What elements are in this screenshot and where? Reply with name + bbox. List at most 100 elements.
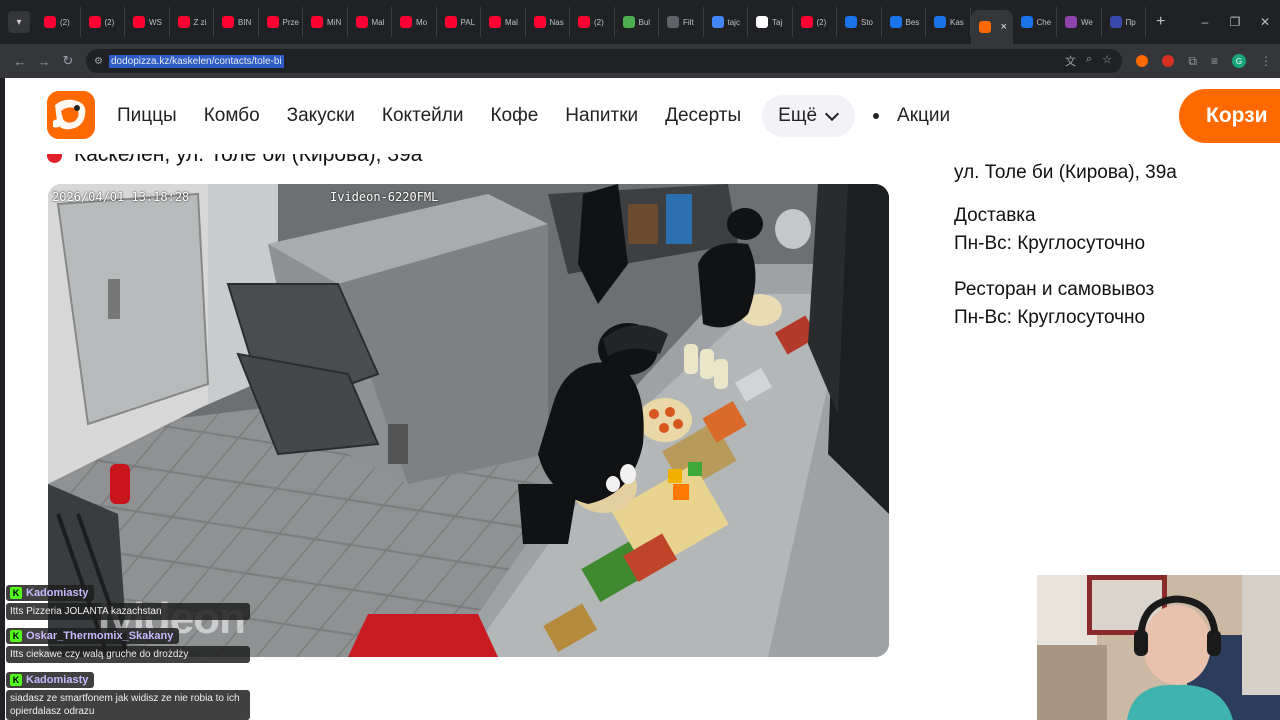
back-icon[interactable]: ←: [8, 54, 32, 69]
tab-title: Mo: [416, 17, 428, 27]
browser-tab[interactable]: Mo: [392, 7, 437, 37]
browser-tab[interactable]: Пр: [1102, 7, 1146, 37]
browser-tab[interactable]: Mal: [481, 7, 526, 37]
extensions-puzzle-icon[interactable]: ⧉: [1188, 54, 1197, 69]
cart-button[interactable]: Корзи: [1179, 89, 1280, 143]
browser-tab[interactable]: tajc: [704, 7, 748, 37]
browser-tab[interactable]: Kas: [926, 7, 971, 37]
browser-tab[interactable]: We: [1057, 7, 1102, 37]
streamer-webcam: [1037, 575, 1280, 720]
tab-title: tajc: [727, 17, 740, 27]
nav-cocktails[interactable]: Коктейли: [382, 105, 464, 127]
extension-orange-icon[interactable]: [1136, 55, 1149, 67]
browser-tab[interactable]: Taj: [748, 7, 793, 37]
zoom-icon[interactable]: ⌕: [1086, 53, 1092, 69]
tab-favicon-icon: [978, 21, 991, 33]
delivery-hours: Пн-Вс: Круглосуточно: [954, 233, 1146, 254]
browser-tab[interactable]: (2): [793, 7, 837, 37]
extension-red-icon[interactable]: [1162, 55, 1175, 67]
main-nav: Пиццы Комбо Закуски Коктейли Кофе Напитк…: [117, 92, 977, 140]
cart-button-label: Корзи: [1206, 104, 1268, 127]
close-tab-icon[interactable]: ×: [1001, 21, 1007, 33]
address-bar[interactable]: ⚙ dodopizza.kz/kaskelen/contacts/tole-bi…: [86, 49, 1122, 73]
tab-title: MiN: [327, 17, 342, 27]
tab-search-button[interactable]: ▾: [8, 11, 30, 33]
reload-icon[interactable]: ↻: [56, 53, 80, 69]
kick-badge-icon: K: [10, 587, 22, 599]
media-control-icon[interactable]: ≡: [1211, 54, 1218, 68]
site-info-icon[interactable]: ⚙: [94, 56, 103, 67]
nav-snacks[interactable]: Закуски: [287, 105, 355, 127]
browser-tab[interactable]: Mal: [348, 7, 392, 37]
browser-tab[interactable]: ×: [970, 10, 1013, 44]
tab-favicon-icon: [533, 16, 546, 28]
tab-favicon-icon: [400, 16, 412, 28]
chat-username-text: Oskar_Thermomix_Skakany: [26, 630, 174, 642]
browser-tab[interactable]: Z zi: [170, 7, 214, 37]
chat-message: K Oskar_Thermomix_Skakany Itts ciekawe c…: [6, 626, 250, 663]
tab-favicon-icon: [667, 16, 679, 28]
browser-tab[interactable]: (2): [570, 7, 615, 37]
tab-favicon-icon: [88, 16, 101, 28]
dodo-logo-icon[interactable]: [47, 91, 95, 139]
browser-tab[interactable]: Sto: [837, 7, 882, 37]
chat-text: Itts Pizzeria JOLANTA kazachstan: [6, 603, 250, 620]
browser-tab[interactable]: (2): [36, 7, 81, 37]
tab-favicon-icon: [44, 16, 56, 28]
forward-icon[interactable]: →: [32, 54, 56, 69]
browser-tab[interactable]: Che: [1013, 7, 1057, 37]
restaurant-title: Ресторан и самовывоз: [954, 279, 1155, 300]
tab-favicon-icon: [711, 16, 724, 28]
translate-icon[interactable]: 文: [1065, 53, 1076, 69]
chat-username: K Kadomiasty: [6, 672, 95, 688]
browser-tab[interactable]: MiN: [303, 7, 348, 37]
browser-toolbar: ← → ↻ ⚙ dodopizza.kz/kaskelen/contacts/t…: [0, 44, 1280, 78]
tab-title: (2): [594, 17, 604, 27]
browser-tab[interactable]: WS: [125, 7, 170, 37]
nav-promotions[interactable]: Акции: [897, 105, 950, 127]
tab-favicon-icon: [845, 16, 857, 28]
browser-tab[interactable]: Nas: [526, 7, 570, 37]
chat-message: K Kadomiasty siadasz ze smartfonem jak w…: [6, 670, 250, 720]
restaurant-hours: Пн-Вс: Круглосуточно: [954, 307, 1146, 328]
tab-title: Mal: [371, 17, 385, 27]
nav-more-label: Ещё: [778, 105, 818, 126]
restore-icon[interactable]: ❐: [1220, 15, 1250, 29]
nav-more-dropdown[interactable]: Ещё: [762, 95, 856, 137]
browser-tab[interactable]: (2): [81, 7, 125, 37]
minimize-icon[interactable]: –: [1190, 15, 1220, 29]
bookmark-star-icon[interactable]: ☆: [1102, 53, 1112, 69]
browser-tab[interactable]: BIN: [214, 7, 259, 37]
chevron-down-icon: [824, 106, 840, 121]
close-window-icon[interactable]: ✕: [1250, 15, 1280, 29]
url-text[interactable]: dodopizza.kz/kaskelen/contacts/tole-bi: [108, 54, 284, 68]
tab-title: Kas: [950, 17, 964, 27]
browser-tab[interactable]: Bes: [882, 7, 926, 37]
site-header: Пиццы Комбо Закуски Коктейли Кофе Напитк…: [5, 78, 1280, 154]
nav-desserts[interactable]: Десерты: [665, 105, 741, 127]
tab-favicon-icon: [889, 16, 902, 28]
nav-combo[interactable]: Комбо: [204, 105, 260, 127]
browser-tab[interactable]: Filt: [659, 7, 704, 37]
stream-chat-overlay: K Kadomiasty Itts Pizzeria JOLANTA kazac…: [0, 575, 260, 720]
browser-tab[interactable]: Prze: [259, 7, 303, 37]
tab-title: Prze: [282, 17, 299, 27]
browser-tab[interactable]: Bul: [615, 7, 659, 37]
tab-title: Mal: [505, 17, 518, 27]
location-info-panel: ул. Толе би (Кирова), 39а Доставка Пн-Вс…: [954, 162, 1274, 332]
profile-avatar-icon[interactable]: G: [1232, 54, 1246, 68]
tab-favicon-icon: [133, 16, 145, 28]
browser-tab[interactable]: PAL: [437, 7, 481, 37]
chat-message: K Kadomiasty Itts Pizzeria JOLANTA kazac…: [6, 583, 250, 620]
tab-favicon-icon: [355, 16, 368, 28]
browser-menu-icon[interactable]: ⋮: [1260, 54, 1272, 68]
nav-drinks[interactable]: Напитки: [565, 105, 638, 127]
extensions-area: ⧉ ≡ G ⋮: [1136, 44, 1280, 78]
chat-username-text: Kadomiasty: [26, 587, 89, 599]
nav-pizzas[interactable]: Пиццы: [117, 105, 177, 127]
nav-coffee[interactable]: Кофе: [490, 105, 538, 127]
tab-favicon-icon: [1065, 16, 1077, 28]
tab-title: Taj: [772, 17, 783, 27]
chat-text: Itts ciekawe czy walą gruche do drożdży: [6, 646, 250, 663]
new-tab-icon[interactable]: +: [1156, 13, 1176, 31]
